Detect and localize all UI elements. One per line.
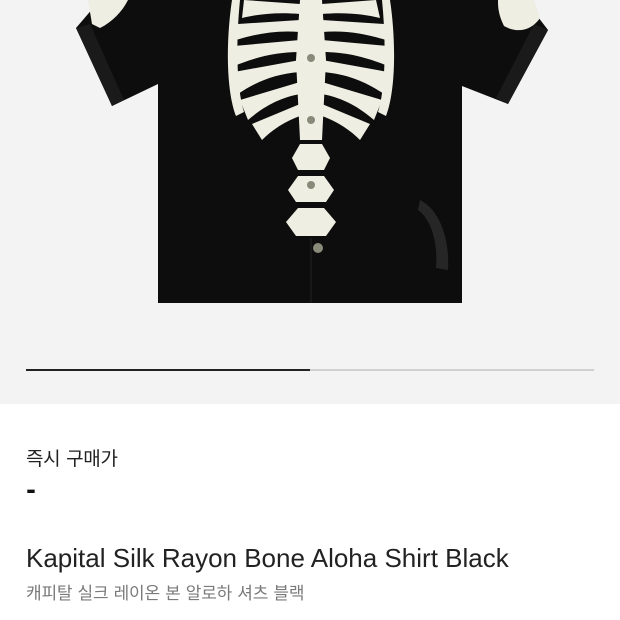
product-info-section: 즉시 구매가 - Kapital Silk Rayon Bone Aloha S…: [0, 404, 620, 620]
truncated-text-line: [26, 614, 136, 620]
gallery-progress-indicator: [26, 369, 310, 371]
product-name: Kapital Silk Rayon Bone Aloha Shirt Blac…: [26, 543, 509, 573]
product-detail-page: 즉시 구매가 - Kapital Silk Rayon Bone Aloha S…: [0, 0, 620, 620]
product-image-gallery[interactable]: [0, 0, 620, 404]
product-name-korean: 캐피탈 실크 레이온 본 알로하 셔츠 블랙: [26, 584, 305, 604]
instant-buy-price-value: -: [26, 476, 36, 504]
instant-buy-price-label: 즉시 구매가: [26, 448, 118, 470]
product-image[interactable]: [0, 0, 620, 404]
gallery-progress-track: [26, 369, 594, 371]
